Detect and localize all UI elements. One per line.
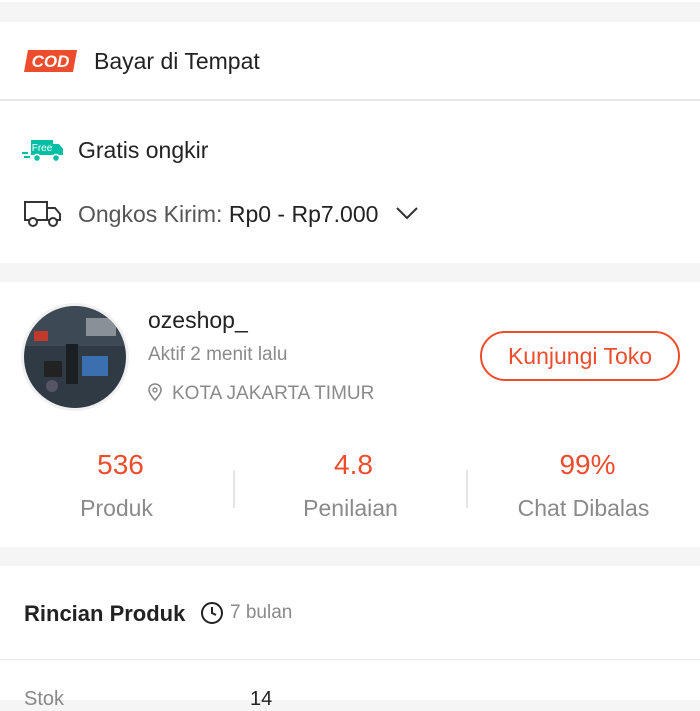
divider	[0, 659, 700, 660]
product-details-section	[0, 566, 700, 700]
shipping-cost-row[interactable]: Ongkos Kirim: Rp0 - Rp7.000	[78, 201, 378, 228]
cod-badge: COD	[24, 50, 77, 72]
shop-active-status: Aktif 2 menit lalu	[148, 344, 288, 365]
visit-shop-button[interactable]: Kunjungi Toko	[480, 331, 680, 381]
stat-rating-label: Penilaian	[303, 495, 398, 521]
truck-icon	[24, 201, 61, 227]
stat-chat-label: Chat Dibalas	[517, 495, 650, 521]
shipping-section	[0, 101, 700, 263]
cod-label: Bayar di Tempat	[94, 48, 260, 74]
stat-chat-value: 99%	[559, 449, 616, 480]
shipping-cost-value: Rp0 - Rp7.000	[228, 201, 379, 227]
avatar[interactable]	[21, 303, 129, 411]
details-age: 7 bulan	[230, 602, 293, 623]
free-shipping-label: Gratis ongkir	[78, 137, 209, 163]
cod-badge-text: COD	[32, 52, 70, 71]
free-badge-text: Free	[32, 143, 53, 154]
stat-products-value: 536	[97, 449, 144, 480]
top-section	[0, 0, 700, 2]
location-pin-icon	[148, 383, 162, 401]
clock-icon	[201, 602, 223, 624]
details-title: Rincian Produk	[24, 601, 186, 626]
shop-location: KOTA JAKARTA TIMUR	[172, 383, 375, 404]
shop-name[interactable]: ozeshop_	[148, 307, 248, 334]
shipping-cost-label: Ongkos Kirim:	[78, 201, 223, 227]
free-shipping-icon: Free	[22, 140, 63, 163]
chevron-down-icon[interactable]	[395, 205, 419, 221]
stat-rating-value: 4.8	[334, 449, 373, 480]
stat-products-label: Produk	[80, 495, 153, 521]
